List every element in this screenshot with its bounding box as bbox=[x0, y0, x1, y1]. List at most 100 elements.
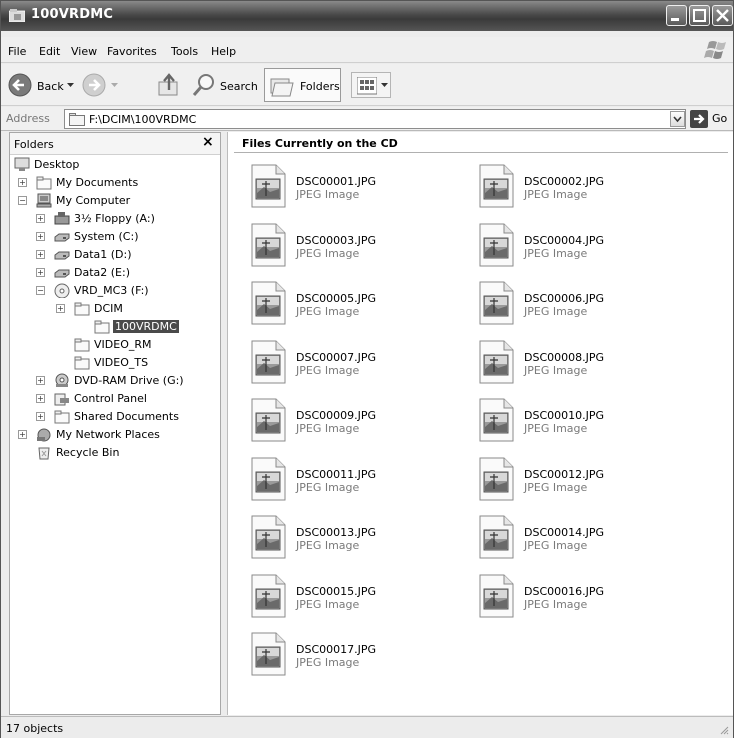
jpeg-image-icon bbox=[479, 515, 514, 559]
file-name: DSC00008.JPG bbox=[524, 350, 605, 364]
tree-item-system-c[interactable]: + System (C:) bbox=[36, 229, 210, 245]
expand-icon[interactable]: + bbox=[36, 214, 45, 223]
back-button[interactable]: Back bbox=[7, 68, 77, 102]
tree-item-vrd-mc3-f[interactable]: − VRD_MC3 (F:) bbox=[36, 283, 210, 299]
folders-button[interactable]: Folders bbox=[264, 68, 341, 102]
status-bar: 17 objects bbox=[1, 716, 733, 738]
tree-item-3-floppy-a[interactable]: +3½ Floppy (A:) bbox=[36, 211, 210, 227]
file-item[interactable]: DSC00012.JPG JPEG Image bbox=[476, 456, 701, 504]
file-type: JPEG Image bbox=[296, 597, 360, 611]
file-item[interactable]: DSC00016.JPG JPEG Image bbox=[476, 573, 701, 621]
menu-view[interactable]: View bbox=[71, 45, 97, 58]
tree-item-video-rm[interactable]: VIDEO_RM bbox=[74, 337, 210, 353]
tree-item-label: VIDEO_TS bbox=[94, 356, 149, 369]
expand-icon[interactable]: + bbox=[18, 178, 27, 187]
file-item[interactable]: DSC00004.JPG JPEG Image bbox=[476, 222, 701, 270]
file-list-pane: Files Currently on the CD DSC00001.JPG JP… bbox=[227, 132, 733, 715]
tree-item-100vrdmc[interactable]: 100VRDMC bbox=[94, 319, 210, 335]
file-item[interactable]: DSC00006.JPG JPEG Image bbox=[476, 280, 701, 328]
collapse-icon[interactable]: − bbox=[36, 286, 45, 295]
tree-item-data1-d[interactable]: + Data1 (D:) bbox=[36, 247, 210, 263]
file-item[interactable]: DSC00014.JPG JPEG Image bbox=[476, 514, 701, 562]
forward-dropdown-icon[interactable] bbox=[111, 83, 118, 88]
tree-item-video-ts[interactable]: VIDEO_TS bbox=[74, 355, 210, 371]
file-name: DSC00013.JPG bbox=[296, 526, 377, 539]
tree-item-dvd-ram-drive-g[interactable]: + DVD-RAM Drive (G:) bbox=[36, 373, 210, 389]
file-type: JPEG Image bbox=[524, 480, 588, 494]
tree-item-my-computer[interactable]: − My Computer bbox=[18, 193, 210, 209]
file-item[interactable]: DSC00013.JPG JPEG Image bbox=[248, 514, 473, 562]
title-bar[interactable]: 100VRDMC bbox=[1, 1, 733, 31]
expand-icon[interactable]: + bbox=[18, 430, 27, 439]
file-item[interactable]: DSC00005.JPG JPEG Image bbox=[248, 280, 473, 328]
go-arrow-icon bbox=[694, 114, 705, 124]
tree-item-desktop[interactable]: Desktop bbox=[14, 157, 210, 173]
tree-item-label: My Computer bbox=[56, 194, 131, 207]
file-item[interactable]: DSC00009.JPG JPEG Image bbox=[248, 397, 473, 445]
menu-help[interactable]: Help bbox=[211, 45, 236, 58]
file-item[interactable]: DSC00008.JPG JPEG Image bbox=[476, 339, 701, 387]
expand-icon[interactable]: + bbox=[36, 250, 45, 259]
expand-icon[interactable]: + bbox=[36, 232, 45, 241]
folder-images-icon bbox=[9, 9, 25, 22]
back-dropdown-icon[interactable] bbox=[67, 83, 74, 88]
hard-drive-icon bbox=[54, 251, 70, 260]
forward-button[interactable] bbox=[81, 68, 119, 102]
jpeg-image-icon bbox=[479, 223, 514, 266]
collapse-icon[interactable]: − bbox=[18, 196, 27, 205]
file-item[interactable]: DSC00002.JPG JPEG Image bbox=[476, 163, 701, 211]
jpeg-image-icon bbox=[479, 574, 514, 617]
tree-item-control-panel[interactable]: + Control Panel bbox=[36, 391, 210, 407]
views-button[interactable] bbox=[351, 72, 391, 98]
address-value[interactable]: F:\DCIM\100VRDMC bbox=[89, 113, 196, 126]
jpeg-image-icon bbox=[251, 164, 286, 208]
menu-file[interactable]: File bbox=[8, 45, 26, 58]
hard-drive-icon bbox=[54, 233, 70, 242]
menu-tools[interactable]: Tools bbox=[171, 45, 198, 58]
minimize-button[interactable] bbox=[666, 5, 687, 26]
address-label: Address bbox=[6, 112, 50, 125]
file-item[interactable]: DSC00010.JPG JPEG Image bbox=[476, 397, 701, 445]
tree-item-dcim[interactable]: + DCIM bbox=[56, 301, 210, 317]
file-type: JPEG Image bbox=[296, 539, 360, 552]
folder-icon bbox=[74, 338, 90, 352]
file-item[interactable]: DSC00015.JPG JPEG Image bbox=[248, 573, 473, 621]
go-button[interactable] bbox=[690, 110, 708, 128]
go-label[interactable]: Go bbox=[712, 112, 727, 125]
tree-item-my-documents[interactable]: + My Documents bbox=[18, 175, 210, 191]
close-button[interactable] bbox=[712, 5, 733, 26]
menu-edit[interactable]: Edit bbox=[39, 45, 60, 58]
resize-grip-icon[interactable] bbox=[719, 725, 729, 735]
folder-icon bbox=[69, 113, 85, 126]
tree-item-recycle-bin[interactable]: Recycle Bin bbox=[36, 445, 210, 461]
cd-drive-icon bbox=[54, 283, 70, 298]
file-name: DSC00007.JPG bbox=[296, 350, 377, 364]
address-dropdown-button[interactable] bbox=[670, 111, 685, 127]
expand-icon[interactable]: + bbox=[36, 268, 45, 277]
file-item[interactable]: DSC00007.JPG JPEG Image bbox=[248, 339, 473, 387]
tree-item-label: 3½ Floppy (A:) bbox=[74, 212, 155, 225]
file-name: DSC00016.JPG bbox=[524, 584, 605, 598]
status-object-count: 17 objects bbox=[6, 722, 64, 735]
up-button[interactable] bbox=[156, 68, 184, 102]
expand-icon[interactable]: + bbox=[36, 394, 45, 403]
file-item[interactable]: DSC00017.JPG JPEG Image bbox=[248, 631, 473, 679]
menu-favorites[interactable]: Favorites bbox=[107, 45, 157, 58]
file-name: DSC00003.JPG bbox=[296, 233, 377, 247]
file-item[interactable]: DSC00001.JPG JPEG Image bbox=[248, 163, 473, 211]
up-folder-icon bbox=[158, 73, 178, 96]
file-item[interactable]: DSC00011.JPG JPEG Image bbox=[248, 456, 473, 504]
folders-pane-header: Folders × bbox=[10, 133, 220, 155]
file-item[interactable]: DSC00003.JPG JPEG Image bbox=[248, 222, 473, 270]
expand-icon[interactable]: + bbox=[36, 412, 45, 421]
dvd-drive-icon bbox=[55, 373, 69, 387]
tree-item-data2-e[interactable]: + Data2 (E:) bbox=[36, 265, 210, 281]
search-button[interactable]: Search bbox=[191, 68, 259, 102]
tree-item-my-network-places[interactable]: + My Network Places bbox=[18, 427, 210, 443]
expand-icon[interactable]: + bbox=[56, 304, 65, 313]
expand-icon[interactable]: + bbox=[36, 376, 45, 385]
tree-item-shared-documents[interactable]: + Shared Documents bbox=[36, 409, 210, 425]
folders-pane-close-button[interactable]: × bbox=[202, 134, 214, 150]
address-field[interactable]: F:\DCIM\100VRDMC bbox=[64, 109, 686, 129]
maximize-button[interactable] bbox=[689, 5, 710, 26]
